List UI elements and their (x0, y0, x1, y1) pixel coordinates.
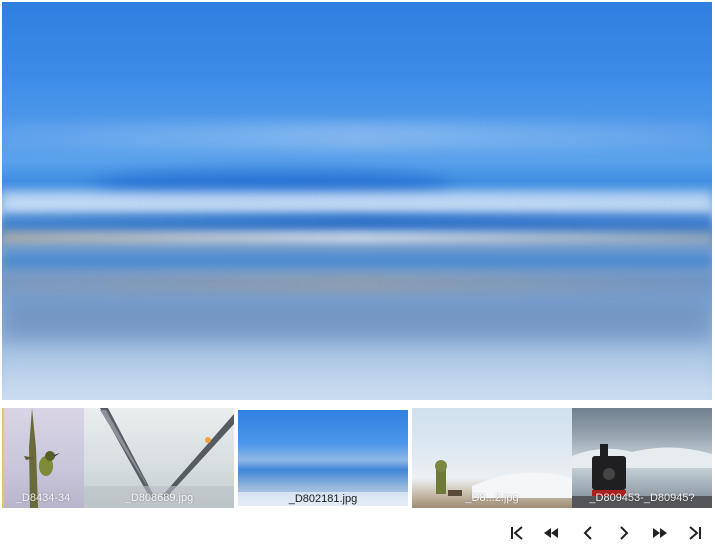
rewind-icon (544, 528, 558, 538)
foreground-dark (2, 302, 712, 342)
thumbnail-3[interactable]: _D802181.jpg (236, 408, 410, 508)
fast-forward-icon (653, 528, 667, 538)
navigation-controls (0, 512, 715, 548)
image-viewer: _D8434-34 _D808689.jpg _D802181.jpg _D8. (0, 0, 715, 548)
last-icon (689, 526, 701, 540)
sky-haze (2, 122, 712, 150)
thumbnail-2[interactable]: _D808689.jpg (84, 408, 234, 508)
thumbnail-caption: _D809453-_D80945? (589, 492, 695, 504)
last-button[interactable] (678, 516, 712, 548)
water-stripe (2, 252, 712, 268)
chevron-left-icon (583, 526, 592, 540)
first-icon (511, 526, 523, 540)
shore-glow (2, 230, 712, 244)
thumbnail-caption: _D8434-34 (15, 492, 71, 504)
thumbnail-5[interactable]: _D809453-_D80945? (572, 408, 712, 508)
thumbnail-1[interactable]: _D8434-34 (2, 408, 84, 508)
thumbnail-caption: _D8...2.jpg (465, 492, 519, 504)
thumbnail-caption: _D808689.jpg (124, 492, 194, 504)
previous-page-button[interactable] (534, 516, 568, 548)
sand-stripe (2, 274, 712, 294)
thumbnail-4[interactable]: _D8...2.jpg (412, 408, 572, 508)
main-image[interactable] (2, 2, 712, 400)
previous-button[interactable] (571, 516, 605, 548)
next-button[interactable] (607, 516, 641, 548)
chevron-right-icon (620, 526, 629, 540)
next-page-button[interactable] (643, 516, 677, 548)
foreground-light (2, 347, 712, 400)
first-button[interactable] (500, 516, 534, 548)
thumbnail-strip[interactable]: _D8434-34 _D808689.jpg _D802181.jpg _D8. (2, 408, 712, 508)
thumbnail-caption: _D802181.jpg (236, 492, 410, 506)
